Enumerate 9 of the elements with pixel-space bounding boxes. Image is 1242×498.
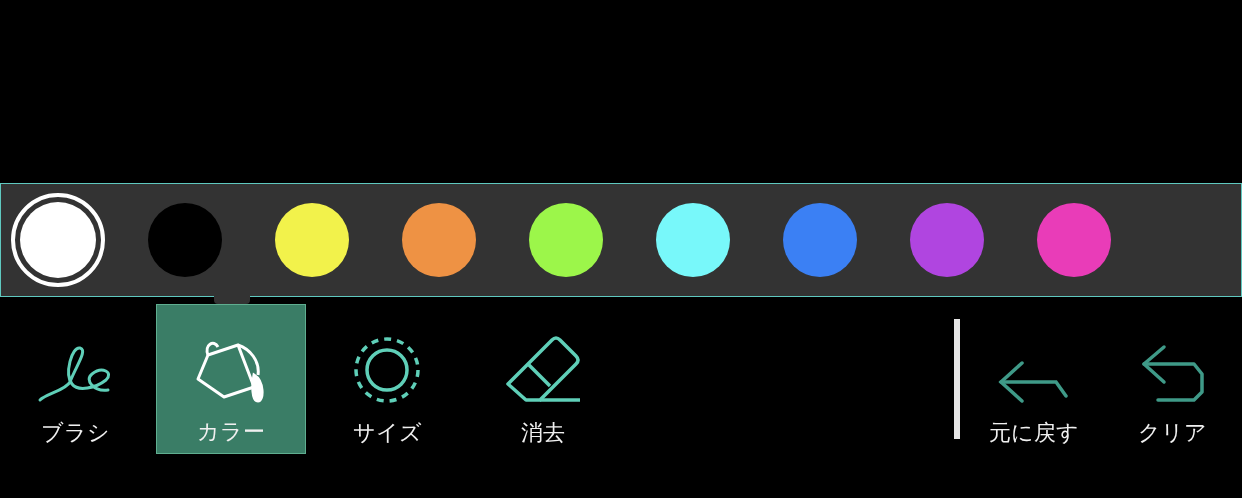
size-circle-icon [353, 336, 421, 404]
tool-button[interactable]: ブラシ [0, 304, 150, 454]
eraser-icon [504, 336, 582, 404]
action-button[interactable]: クリア [1104, 304, 1240, 454]
tool-button[interactable]: カラー [156, 304, 306, 454]
tool-button[interactable]: サイズ [312, 304, 462, 454]
tool-button[interactable]: 消去 [468, 304, 618, 454]
action-button[interactable]: 元に戻す [966, 304, 1102, 454]
color-swatch[interactable] [11, 193, 105, 287]
